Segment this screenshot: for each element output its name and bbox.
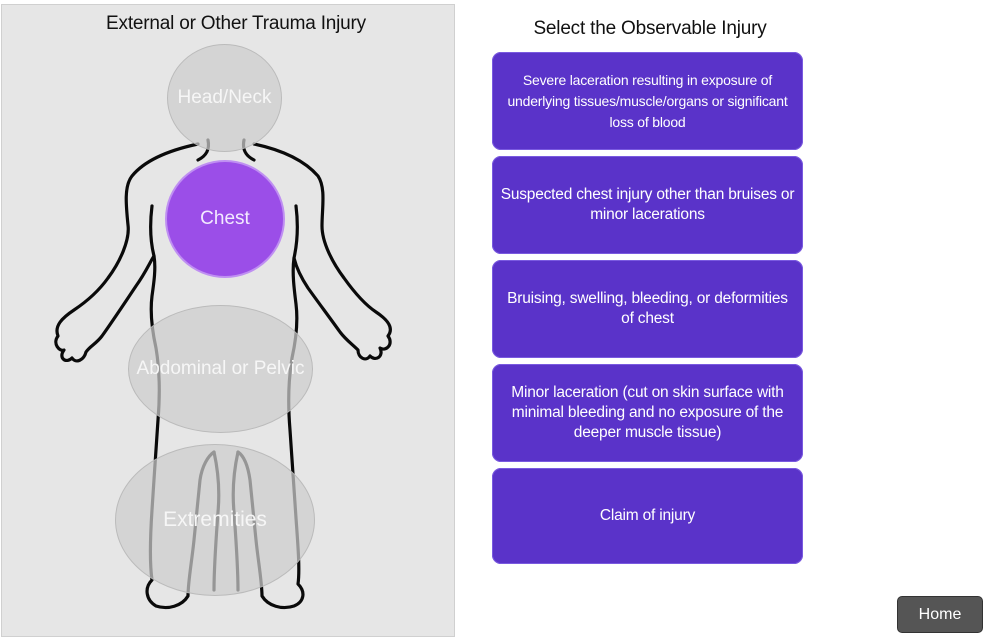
option-claim-of-injury[interactable]: Claim of injury [492, 468, 803, 564]
region-chest-label: Chest [200, 208, 250, 229]
region-extremities-label: Extremities [163, 508, 267, 531]
region-head-neck-label: Head/Neck [177, 87, 272, 108]
region-head-neck[interactable]: Head/Neck [167, 44, 282, 152]
injury-options-title: Select the Observable Injury [533, 18, 767, 39]
home-button[interactable]: Home [897, 596, 983, 633]
option-minor-laceration-label: Minor laceration (cut on skin surface wi… [511, 384, 784, 441]
option-claim-of-injury-label: Claim of injury [599, 507, 696, 524]
region-abdominal-pelvic-label: Abdominal or Pelvic [136, 358, 305, 379]
option-minor-laceration[interactable]: Minor laceration (cut on skin surface wi… [492, 364, 803, 462]
option-suspected-chest-injury[interactable]: Suspected chest injury other than bruise… [492, 156, 803, 254]
option-suspected-chest-injury-label: Suspected chest injury other than bruise… [500, 186, 795, 223]
region-extremities[interactable]: Extremities [115, 444, 315, 596]
region-chest[interactable]: Chest [165, 160, 285, 278]
option-severe-laceration[interactable]: Severe laceration resulting in exposure … [492, 52, 803, 150]
option-bruising-swelling-label: Bruising, swelling, bleeding, or deformi… [507, 290, 788, 327]
trauma-injury-screen: External or Other Trauma Injury Head/Nec… [0, 0, 984, 640]
region-abdominal-pelvic[interactable]: Abdominal or Pelvic [128, 305, 313, 433]
option-severe-laceration-label: Severe laceration resulting in exposure … [507, 71, 788, 130]
option-bruising-swelling[interactable]: Bruising, swelling, bleeding, or deformi… [492, 260, 803, 358]
